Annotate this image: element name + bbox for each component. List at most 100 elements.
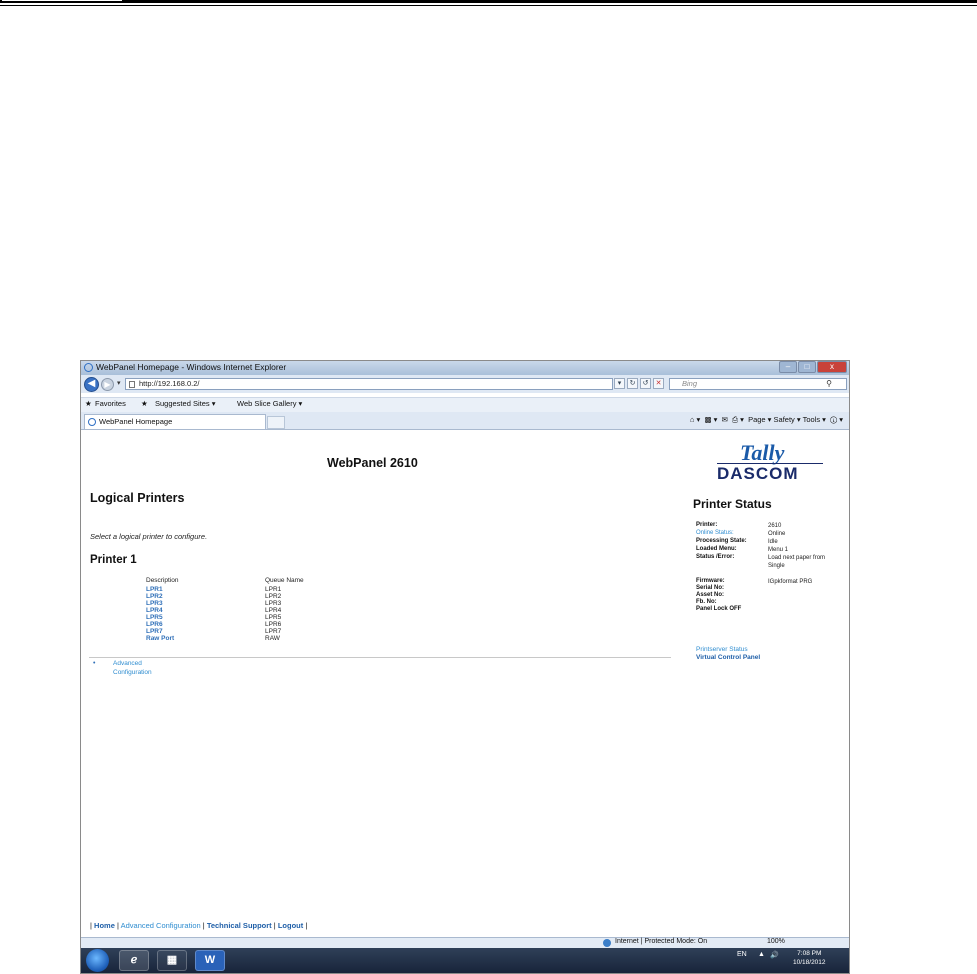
footer-home-link[interactable]: Home — [94, 921, 115, 930]
logo-dascom: DASCOM — [717, 464, 799, 483]
stop-icon[interactable]: ✕ — [653, 378, 664, 389]
status-key: Serial No: — [696, 585, 725, 591]
browser-screenshot: WebPanel Homepage - Windows Internet Exp… — [80, 360, 850, 974]
search-box[interactable]: Bing ⚲ — [669, 378, 847, 390]
language-indicator[interactable]: EN — [737, 951, 747, 958]
clock-date: 10/18/2012 — [793, 959, 826, 966]
column-header-description: Description — [146, 577, 179, 584]
queue-name: LPR3 — [265, 600, 282, 607]
minimize-button[interactable]: – — [779, 361, 797, 373]
help-icon[interactable]: ⓘ ▾ — [830, 415, 843, 424]
clock-time: 7:08 PM — [797, 950, 822, 957]
virtual-control-panel-link[interactable]: Virtual Control Panel — [696, 654, 760, 661]
queue-name: LPR2 — [265, 593, 282, 600]
back-button[interactable]: ◀ — [84, 377, 99, 392]
queue-name: LPR7 — [265, 628, 282, 635]
tray-expand-icon[interactable]: ▲ — [758, 951, 765, 958]
queue-name: LPR6 — [265, 621, 282, 628]
status-key: Loaded Menu: — [696, 546, 737, 552]
printer-link[interactable]: LPR3 — [146, 600, 163, 607]
command-bar[interactable]: ⌂ ▾ ▩ ▾ ✉ ⎙ ▾ Page ▾ Safety ▾ Tools ▾ ⓘ … — [690, 415, 843, 425]
volume-icon[interactable]: 🔊 — [770, 951, 779, 959]
advanced-configuration-link-line1[interactable]: Advanced — [113, 660, 142, 667]
search-placeholder[interactable]: Bing — [682, 379, 697, 388]
footer-separator: | — [202, 921, 205, 930]
footer-technical-support-link[interactable]: Technical Support — [207, 921, 272, 930]
taskbar-explorer-icon[interactable]: ▦ — [157, 950, 187, 971]
taskbar-clock[interactable]: 7:08 PM 10/18/2012 — [793, 949, 826, 967]
logical-printers-heading: Logical Printers — [90, 491, 185, 505]
taskbar-ie-icon[interactable]: ℯ — [119, 950, 149, 971]
footer-advanced-configuration-link[interactable]: Advanced Configuration — [121, 921, 201, 930]
add-favorite-icon[interactable]: ★ — [141, 399, 148, 408]
web-page: WebPanel 2610 Tally DASCOM Logical Print… — [81, 430, 849, 937]
close-button[interactable]: x — [817, 361, 847, 373]
printer-link[interactable]: LPR1 — [146, 586, 163, 593]
windows-taskbar: ℯ ▦ W EN ▲ 🔊 7:08 PM 10/18/2012 — [81, 948, 849, 973]
status-key: Status /Error: — [696, 554, 735, 560]
printserver-status-link[interactable]: Printserver Status — [696, 646, 748, 653]
page-icon — [129, 381, 135, 388]
suggested-sites-link[interactable]: Suggested Sites ▾ — [155, 399, 215, 408]
status-key: Firmware: — [696, 578, 725, 584]
printer-link[interactable]: LPR2 — [146, 593, 163, 600]
status-key: Printer: — [696, 522, 718, 528]
zoom-level[interactable]: 100% — [767, 938, 785, 945]
status-key: Processing State: — [696, 538, 747, 544]
advanced-configuration-link-line2[interactable]: Configuration — [113, 669, 152, 676]
status-value: Online — [768, 531, 786, 537]
nav-history-dropdown-icon[interactable]: ▾ — [117, 379, 121, 387]
window-controls: – □ x — [779, 361, 847, 373]
window-title: WebPanel Homepage - Windows Internet Exp… — [96, 362, 287, 372]
web-slice-gallery-link[interactable]: Web Slice Gallery ▾ — [237, 399, 302, 408]
queue-name: LPR5 — [265, 614, 282, 621]
status-value: Load next paper from Single — [768, 555, 826, 569]
command-bar-menus[interactable]: Page ▾ Safety ▾ Tools ▾ — [748, 415, 826, 424]
taskbar-word-icon[interactable]: W — [195, 950, 225, 971]
queue-name: LPR4 — [265, 607, 282, 614]
address-bar[interactable]: http://192.168.0.2/ — [125, 378, 613, 390]
printer-link[interactable]: LPR6 — [146, 621, 163, 628]
tab-label: WebPanel Homepage — [99, 417, 173, 426]
document-rule-top — [0, 0, 977, 3]
printer-link[interactable]: Raw Port — [146, 635, 174, 642]
status-value: 2610 — [768, 523, 782, 529]
footer-separator: | — [305, 921, 308, 930]
go-icon[interactable]: ↺ — [640, 378, 651, 389]
feeds-icon[interactable]: ▩ ▾ — [704, 415, 717, 424]
printer-heading: Printer 1 — [90, 554, 137, 566]
compat-view-icon[interactable]: ▾ — [614, 378, 625, 389]
favorites-button[interactable]: Favorites — [95, 399, 126, 408]
printer-link[interactable]: LPR4 — [146, 607, 163, 614]
print-icon[interactable]: ⎙ ▾ — [732, 415, 744, 424]
address-tools: ▾ ↻ ↺ ✕ — [614, 378, 664, 390]
intro-text: Select a logical printer to configure. — [90, 532, 208, 541]
printer-link[interactable]: LPR5 — [146, 614, 163, 621]
tab-webpanel-homepage[interactable]: WebPanel Homepage — [84, 414, 266, 429]
footer-nav: | Home | Advanced Configuration | Techni… — [90, 921, 307, 930]
queue-name: LPR1 — [265, 586, 282, 593]
footer-logout-link[interactable]: Logout — [278, 921, 303, 930]
mail-icon[interactable]: ✉ — [722, 415, 728, 424]
start-button[interactable] — [86, 949, 109, 972]
home-icon[interactable]: ⌂ ▾ — [690, 415, 700, 424]
refresh-icon[interactable]: ↻ — [627, 378, 638, 389]
printer-link[interactable]: LPR7 — [146, 628, 163, 635]
tab-ie-icon — [88, 418, 96, 426]
favorites-star-icon[interactable]: ★ — [85, 399, 92, 408]
search-icon[interactable]: ⚲ — [826, 379, 832, 388]
favorites-bar: ★ Favorites ★ Suggested Sites ▾ Web Slic… — [81, 397, 849, 412]
column-header-queue: Queue Name — [265, 577, 304, 584]
status-value: Menu 1 — [768, 547, 789, 553]
status-value: IGpkformat PRG — [768, 579, 813, 585]
url-text[interactable]: http://192.168.0.2/ — [139, 379, 199, 388]
online-status-link[interactable]: Online Status: — [696, 530, 734, 536]
status-key: Fb. No: — [696, 599, 717, 605]
security-zone-text[interactable]: Internet | Protected Mode: On — [615, 938, 707, 945]
forward-button[interactable]: ▶ — [101, 378, 114, 391]
status-key: Asset No: — [696, 592, 725, 598]
tab-row: WebPanel Homepage ⌂ ▾ ▩ ▾ ✉ ⎙ ▾ Page ▾ S… — [81, 412, 849, 430]
maximize-button[interactable]: □ — [798, 361, 816, 373]
new-tab-button[interactable] — [267, 416, 285, 429]
status-value: Idle — [768, 539, 778, 545]
